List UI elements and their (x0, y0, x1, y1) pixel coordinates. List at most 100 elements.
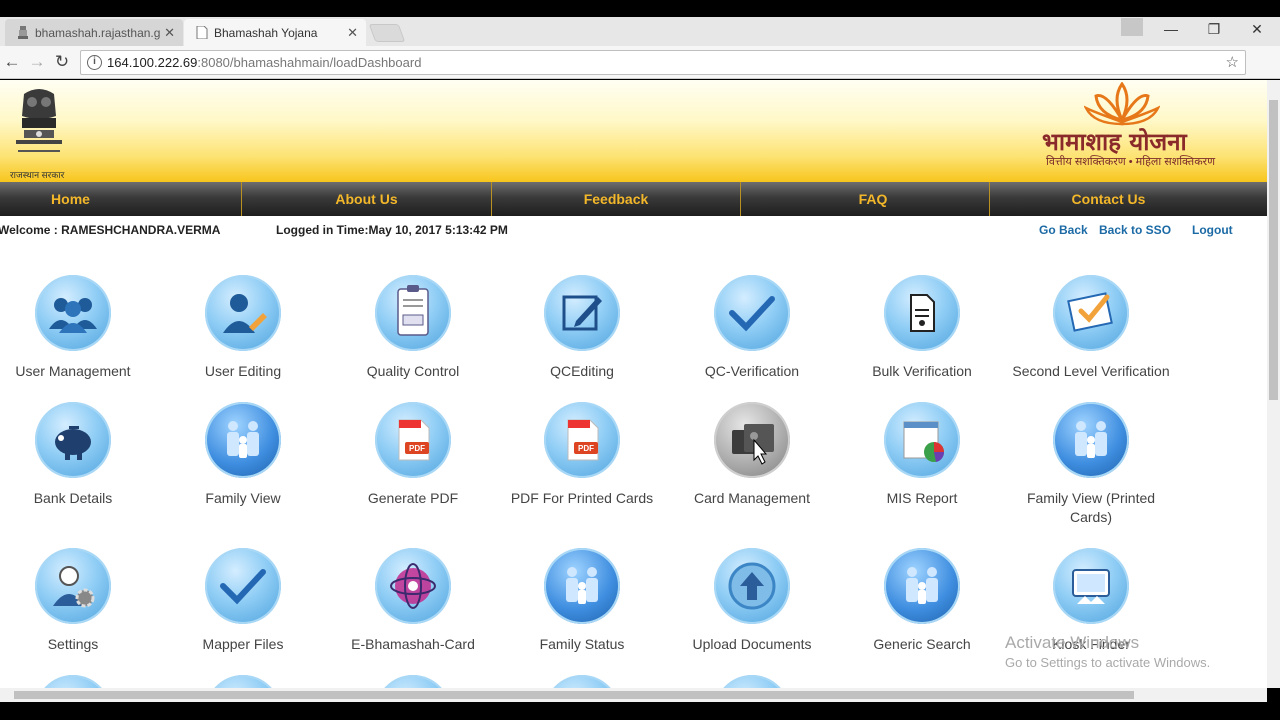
address-bar[interactable]: i 164.100.222.69:8080/bhamashahmain/load… (80, 50, 1246, 75)
tile-label: Family View (205, 490, 281, 506)
partial-tile-icon (375, 675, 451, 688)
tile-label: Family View (Printed Cards) (1026, 490, 1156, 525)
url-path: :8080/bhamashahmain/loadDashboard (197, 55, 422, 70)
browser-tab-bhamashah-yojana[interactable]: Bhamashah Yojana ✕ (184, 19, 366, 46)
card-folder-icon (714, 402, 790, 478)
tile-bulk-verification[interactable]: Bulk Verification (837, 275, 1007, 381)
tile-settings[interactable]: Settings (0, 548, 158, 654)
pencil-square-icon (544, 275, 620, 351)
tile-label: Quality Control (366, 363, 460, 379)
tile-label: Upload Documents (692, 636, 812, 652)
tile-qcediting[interactable]: QCEditing (497, 275, 667, 381)
tile-mapper-files[interactable]: Mapper Files (158, 548, 328, 654)
tile-label: Family Status (539, 636, 625, 652)
welcome-text: Welcome : RAMESHCHANDRA.VERMA (0, 223, 221, 237)
nav-about-us[interactable]: About Us (242, 182, 492, 216)
tile-second-level-verification[interactable]: Second Level Verification (1006, 275, 1176, 381)
checklist-icon (1053, 275, 1129, 351)
clipboard-check-icon (375, 275, 451, 351)
partial-tile-icon (714, 675, 790, 688)
tile-card-management[interactable]: Card Management (667, 402, 837, 508)
page-favicon-icon (196, 26, 208, 39)
close-tab-icon[interactable]: ✕ (347, 25, 358, 41)
back-arrow-icon[interactable]: ← (2, 52, 22, 72)
vertical-scrollbar[interactable] (1267, 80, 1280, 688)
tile-partial[interactable] (328, 675, 498, 688)
logout-link[interactable]: Logout (1192, 223, 1233, 237)
reload-icon[interactable]: ↻ (52, 52, 72, 72)
session-bar: Welcome : RAMESHCHANDRA.VERMA Logged in … (0, 223, 1267, 241)
tile-label: Bulk Verification (872, 363, 972, 379)
pdf-icon: PDF (375, 402, 451, 478)
tile-generate-pdf[interactable]: PDF Generate PDF (328, 402, 498, 508)
tile-partial[interactable] (497, 675, 667, 688)
url-host: 164.100.222.69 (107, 55, 198, 70)
tile-label: Bank Details (33, 490, 113, 506)
tile-quality-control[interactable]: Quality Control (328, 275, 498, 381)
tile-family-status[interactable]: Family Status (497, 548, 667, 654)
tile-label: QCEditing (550, 363, 614, 379)
report-chart-icon (884, 402, 960, 478)
tile-label: Second Level Verification (1012, 363, 1170, 379)
logged-in-time: Logged in Time:May 10, 2017 5:13:42 PM (276, 223, 508, 237)
users-group-icon (35, 275, 111, 351)
tile-qc-verification[interactable]: QC-Verification (667, 275, 837, 381)
nav-feedback[interactable]: Feedback (492, 182, 741, 216)
user-settings-icon (35, 548, 111, 624)
nav-home[interactable]: Home (0, 182, 242, 216)
tile-user-editing[interactable]: User Editing (158, 275, 328, 381)
tile-pdf-for-printed-cards[interactable]: PDF PDF For Printed Cards (497, 402, 667, 508)
horizontal-scrollbar[interactable] (0, 688, 1267, 702)
tile-label: Settings (47, 636, 99, 652)
globe-people-icon (375, 548, 451, 624)
new-tab-button[interactable] (368, 24, 406, 42)
tile-family-view-printed-cards[interactable]: Family View (Printed Cards) (1006, 402, 1176, 527)
partial-tile-icon (544, 675, 620, 688)
tile-label: E-Bhamashah-Card (351, 636, 475, 652)
scrollbar-thumb[interactable] (14, 691, 1134, 699)
scrollbar-thumb[interactable] (1269, 100, 1278, 400)
tile-e-bhamashah-card[interactable]: E-Bhamashah-Card (328, 548, 498, 654)
page-viewport: राजस्थान सरकार भामाशाह योजना वित्तीय सशक… (0, 80, 1267, 688)
minimize-icon[interactable]: — (1157, 21, 1185, 37)
piggy-bank-icon (35, 402, 111, 478)
tile-family-view[interactable]: Family View (158, 402, 328, 508)
brand-subtitle: वित्तीय सशक्तिकरण • महिला सशक्तिकरण (1046, 156, 1216, 168)
info-icon[interactable]: i (87, 55, 102, 70)
back-to-sso-link[interactable]: Back to SSO (1099, 223, 1171, 237)
nav-contact-us[interactable]: Contact Us (990, 182, 1267, 216)
family-icon (205, 402, 281, 478)
document-icon (884, 275, 960, 351)
pdf-icon: PDF (544, 402, 620, 478)
go-back-link[interactable]: Go Back (1039, 223, 1088, 237)
emblem-caption: राजस्थान सरकार (10, 170, 65, 180)
tile-partial[interactable] (0, 675, 158, 688)
profile-icon[interactable] (1121, 18, 1143, 36)
family-icon (1053, 402, 1129, 478)
tile-mis-report[interactable]: MIS Report (837, 402, 1007, 508)
restore-icon[interactable]: ❐ (1200, 21, 1228, 38)
family-icon (884, 548, 960, 624)
tile-bank-details[interactable]: Bank Details (0, 402, 158, 508)
browser-toolbar: ← → ↻ i 164.100.222.69:8080/bhamashahmai… (0, 46, 1280, 79)
kiosk-screen-icon (1053, 548, 1129, 624)
checkmark-icon (714, 275, 790, 351)
tile-label: User Editing (204, 363, 282, 379)
tab-title: bhamashah.rajasthan.go (35, 25, 160, 40)
tile-upload-documents[interactable]: Upload Documents (667, 548, 837, 654)
close-window-icon[interactable]: ✕ (1243, 21, 1271, 38)
tile-partial[interactable] (158, 675, 328, 688)
tile-label: User Management (15, 363, 131, 379)
tile-partial[interactable] (667, 675, 837, 688)
tile-label: Generic Search (873, 636, 971, 652)
user-edit-icon (205, 275, 281, 351)
close-tab-icon[interactable]: ✕ (164, 25, 175, 41)
forward-arrow-icon[interactable]: → (27, 52, 47, 72)
tile-user-management[interactable]: User Management (0, 275, 158, 381)
nav-faq[interactable]: FAQ (741, 182, 990, 216)
bookmark-star-icon[interactable]: ☆ (1226, 53, 1239, 71)
windows-activation-watermark: Activate Windows Go to Settings to activ… (1005, 633, 1210, 670)
tab-title: Bhamashah Yojana (214, 25, 318, 40)
tile-generic-search[interactable]: Generic Search (837, 548, 1007, 654)
browser-tab-bhamashah-portal[interactable]: bhamashah.rajasthan.go ✕ (5, 19, 183, 46)
